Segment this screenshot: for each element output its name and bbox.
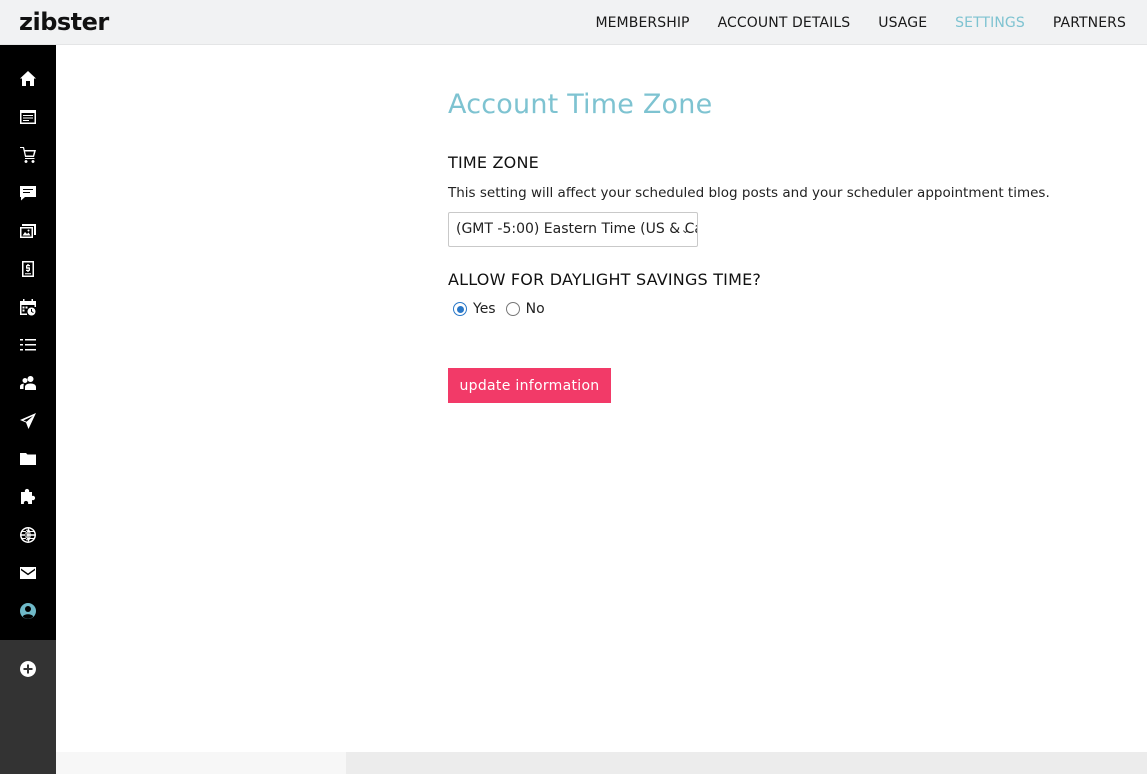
update-information-button[interactable]: update information: [448, 368, 611, 403]
page-title: Account Time Zone: [448, 89, 713, 120]
nav-partners[interactable]: PARTNERS: [1053, 15, 1126, 31]
dst-no-label[interactable]: No: [526, 301, 545, 317]
dst-radio-group: Yes No: [453, 301, 555, 317]
nav-membership[interactable]: MEMBERSHIP: [595, 15, 689, 31]
top-bar: zibster MEMBERSHIP ACCOUNT DETAILS USAGE…: [0, 0, 1147, 45]
dst-yes-label[interactable]: Yes: [473, 301, 496, 317]
gallery-icon[interactable]: [18, 221, 38, 241]
nav-usage[interactable]: USAGE: [878, 15, 927, 31]
website-icon[interactable]: [18, 107, 38, 127]
puzzle-icon[interactable]: [18, 487, 38, 507]
document-icon[interactable]: [18, 259, 38, 279]
timezone-selected-value: (GMT -5:00) Eastern Time (US & Canada): [456, 221, 697, 237]
top-nav: MEMBERSHIP ACCOUNT DETAILS USAGE SETTING…: [567, 0, 1126, 45]
nav-account-details[interactable]: ACCOUNT DETAILS: [718, 15, 851, 31]
timezone-help-text: This setting will affect your scheduled …: [448, 185, 1050, 201]
home-icon[interactable]: [18, 69, 38, 89]
cart-icon[interactable]: [18, 145, 38, 165]
people-icon[interactable]: [18, 373, 38, 393]
footer-strip: [56, 752, 346, 774]
dst-yes-radio[interactable]: [453, 302, 467, 316]
mail-icon[interactable]: [18, 563, 38, 583]
chevron-down-icon: ⌄: [680, 223, 690, 236]
profile-icon[interactable]: [18, 601, 38, 621]
send-icon[interactable]: [18, 411, 38, 431]
chat-icon[interactable]: [18, 183, 38, 203]
sidebar: [0, 45, 56, 774]
zibster-logo[interactable]: zibster: [19, 7, 109, 37]
footer-strip: [346, 752, 1147, 774]
calendar-icon[interactable]: [18, 297, 38, 317]
timezone-select[interactable]: (GMT -5:00) Eastern Time (US & Canada) ⌄: [448, 212, 698, 247]
add-icon[interactable]: [18, 659, 38, 679]
dst-no-radio[interactable]: [505, 302, 520, 316]
folder-icon[interactable]: [18, 449, 38, 469]
timezone-label: TIME ZONE: [448, 153, 539, 172]
list-icon[interactable]: [18, 335, 38, 355]
dst-label: ALLOW FOR DAYLIGHT SAVINGS TIME?: [448, 270, 762, 289]
globe-icon[interactable]: [18, 525, 38, 545]
nav-settings[interactable]: SETTINGS: [955, 15, 1025, 31]
